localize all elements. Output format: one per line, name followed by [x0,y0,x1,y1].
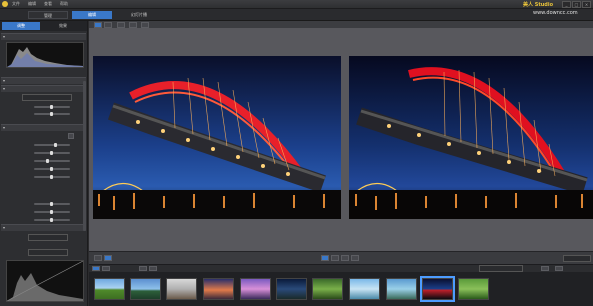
slider-knob[interactable] [50,218,53,222]
section-histogram[interactable] [1,33,86,40]
filmstrip-sort-button[interactable] [139,266,147,271]
histogram-chart [6,42,84,68]
slider-track[interactable] [34,105,70,109]
slider-track[interactable] [34,218,70,222]
slider-knob[interactable] [50,210,53,214]
slider-knob[interactable] [50,105,53,109]
slider-knob[interactable] [50,175,53,179]
panel-tabs: 调整 效果 [0,21,87,31]
filmstrip-toolbar [89,264,593,272]
section-basic[interactable] [1,77,86,84]
tab-adjust[interactable]: 调整 [2,22,40,30]
slider-knob[interactable] [50,202,53,206]
panel-scrollbar[interactable] [83,81,86,231]
close-button[interactable]: × [582,1,591,8]
slider-track[interactable] [34,202,70,206]
adjust-panel: 调整 效果 [0,21,88,306]
photo-before[interactable] [93,56,341,219]
curves-histogram [6,260,84,302]
preset-dropdown[interactable] [22,94,72,101]
thumb-landscape-green[interactable] [94,278,125,300]
channel-dropdown[interactable] [28,234,68,241]
minimize-button[interactable]: _ [562,1,571,8]
thumb-purple-lake[interactable] [240,278,271,300]
fit-button[interactable] [141,22,149,28]
grid-view-button[interactable] [117,22,125,28]
thumb-coast[interactable] [386,278,417,300]
menu-file[interactable]: 文件 [12,1,20,7]
thumb-bridge-night[interactable] [420,276,455,302]
compare-view-button[interactable] [104,22,112,28]
maximize-button[interactable]: □ [572,1,581,8]
thumb-beach[interactable] [349,278,380,300]
slider-knob[interactable] [50,112,53,116]
slider-knob[interactable] [54,143,57,147]
slider-track[interactable] [34,143,70,147]
thumb-landscape-sea[interactable] [130,278,161,300]
slider-knob[interactable] [50,167,53,171]
filmstrip-sort-dropdown[interactable] [479,265,523,272]
thumb-trees[interactable] [166,278,197,300]
slider-track[interactable] [34,175,70,179]
eyedropper-icon[interactable] [68,133,74,139]
reset-button[interactable] [341,255,349,261]
single-view-button[interactable] [94,22,102,28]
person-icon[interactable] [94,255,102,261]
section-level[interactable] [1,85,86,92]
rotate-button[interactable] [129,22,137,28]
thumb-night-mountain[interactable] [276,278,307,300]
filmstrip-filter-button[interactable] [149,266,157,271]
slider-knob[interactable] [50,151,53,155]
brand-logo: 美人 Studio [523,2,554,8]
people-icon[interactable] [104,255,112,261]
workspace-bottom-bar [89,251,593,265]
title-bar: 文件 编辑 查看 帮助 [0,0,593,9]
thumb-sunset[interactable] [203,278,234,300]
mode-tab-edit[interactable]: 编辑 [72,11,112,19]
channel-dropdown-2[interactable] [28,249,68,256]
thumb-forest[interactable] [312,278,343,300]
slider-track[interactable] [34,167,70,171]
section-color[interactable] [1,124,86,131]
filmstrip-list-button[interactable] [102,266,110,271]
menu-help[interactable]: 帮助 [60,1,68,7]
photo-after[interactable] [349,56,593,219]
undo-button[interactable] [321,255,329,261]
compare-toggle-button[interactable] [351,255,359,261]
slider-track[interactable] [34,151,70,155]
tab-effects[interactable]: 效果 [44,22,82,30]
zoom-dropdown[interactable] [563,255,591,262]
app-icon [2,1,8,7]
filmstrip-view-button[interactable] [92,266,100,271]
view-toolbar [89,21,593,28]
mode-tab-manage[interactable]: 管理 [28,11,68,19]
thumb-green-field[interactable] [458,278,489,300]
mode-tab-slideshow[interactable]: 幻灯片播 [116,11,162,19]
export-button[interactable] [555,266,563,271]
slider-knob[interactable] [46,159,49,163]
mode-bar: 管理 编辑 幻灯片播 [0,9,593,21]
share-button[interactable] [541,266,549,271]
section-curves[interactable] [1,224,86,231]
slider-track[interactable] [34,159,70,163]
watermark-url: www.downcc.com [533,10,578,16]
slider-track[interactable] [34,112,70,116]
menu-view[interactable]: 查看 [44,1,52,7]
redo-button[interactable] [331,255,339,261]
menu-edit[interactable]: 编辑 [28,1,36,7]
slider-track[interactable] [34,210,70,214]
